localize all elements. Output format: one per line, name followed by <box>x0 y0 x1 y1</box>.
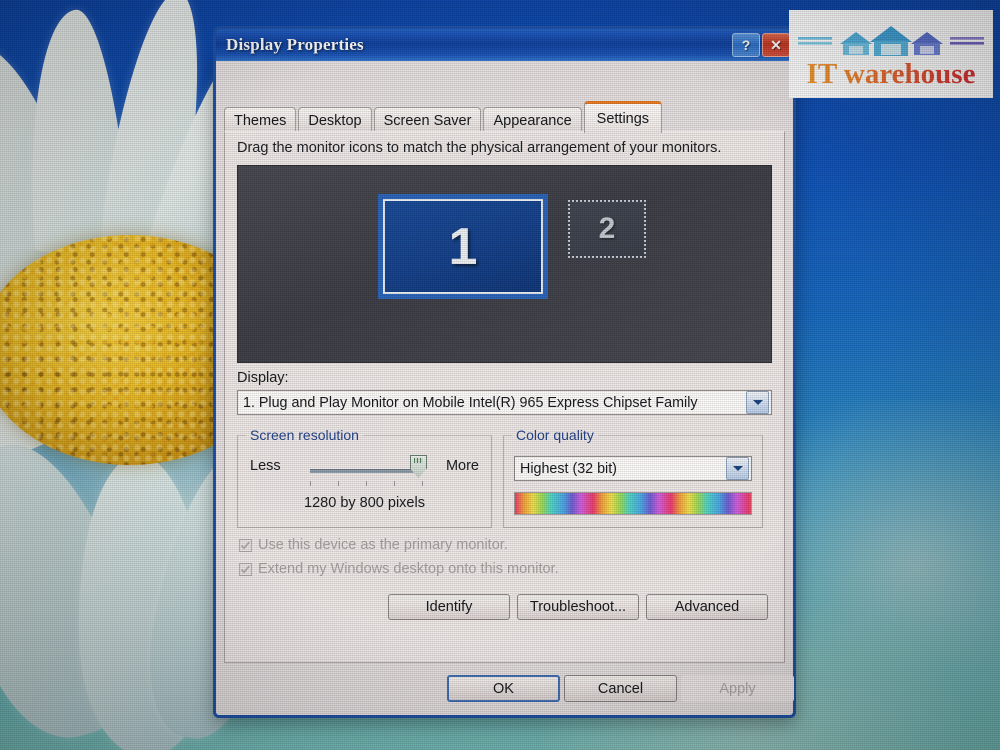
color-quality-group: Color quality Highest (32 bit) <box>503 427 763 528</box>
titlebar-buttons: ? ✕ <box>732 33 790 57</box>
primary-monitor-label: Use this device as the primary monitor. <box>258 537 508 553</box>
color-spectrum-preview <box>514 492 752 515</box>
it-warehouse-watermark: IT warehouse <box>789 10 993 98</box>
cancel-button[interactable]: Cancel <box>564 675 677 702</box>
advanced-button[interactable]: Advanced <box>646 594 768 620</box>
checkmark-icon <box>239 538 252 552</box>
extend-desktop-label: Extend my Windows desktop onto this moni… <box>258 561 559 577</box>
monitor-icon-1[interactable]: 1 <box>378 194 548 299</box>
close-icon[interactable]: ✕ <box>762 33 790 57</box>
resolution-slider-ticks <box>310 481 424 487</box>
warehouse-logo-icon <box>798 25 984 56</box>
resolution-slider-thumb[interactable] <box>410 455 427 478</box>
resolution-slider-track[interactable] <box>310 469 420 473</box>
checkmark-icon <box>239 562 252 576</box>
color-quality-title: Color quality <box>512 427 598 443</box>
monitor-1-number: 1 <box>448 217 478 276</box>
monitor-2-number: 2 <box>598 212 616 245</box>
resolution-min-label: Less <box>250 458 281 474</box>
tab-desktop[interactable]: Desktop <box>298 107 372 133</box>
chevron-down-icon[interactable] <box>726 457 749 480</box>
arrangement-hint: Drag the monitor icons to match the phys… <box>237 140 722 156</box>
color-quality-dropdown[interactable]: Highest (32 bit) <box>514 456 752 481</box>
tab-themes[interactable]: Themes <box>224 107 297 133</box>
window-titlebar[interactable]: Display Properties ? ✕ <box>213 26 796 61</box>
tab-settings[interactable]: Settings <box>583 101 663 133</box>
color-quality-value: Highest (32 bit) <box>520 460 617 477</box>
ok-button[interactable]: OK <box>447 675 560 702</box>
display-dropdown[interactable]: 1. Plug and Play Monitor on Mobile Intel… <box>237 390 772 415</box>
display-dropdown-value: 1. Plug and Play Monitor on Mobile Intel… <box>243 394 698 411</box>
monitor-icon-2[interactable]: 2 <box>568 200 646 258</box>
tab-strip: Themes Desktop Screen Saver Appearance S… <box>224 101 664 133</box>
tab-appearance[interactable]: Appearance <box>483 107 582 133</box>
help-icon[interactable]: ? <box>732 33 760 57</box>
monitor-arrangement-preview[interactable]: 1 2 <box>237 165 772 363</box>
screen-resolution-group: Screen resolution Less More 1280 by 800 … <box>237 427 492 528</box>
display-label: Display: <box>237 370 289 386</box>
primary-monitor-checkbox[interactable]: Use this device as the primary monitor. <box>239 537 508 553</box>
tab-screen-saver[interactable]: Screen Saver <box>373 107 482 133</box>
screen-resolution-title: Screen resolution <box>246 427 363 443</box>
window-title: Display Properties <box>226 35 364 54</box>
resolution-max-label: More <box>445 458 479 474</box>
apply-button[interactable]: Apply <box>681 675 794 702</box>
identify-button[interactable]: Identify <box>388 594 510 620</box>
resolution-value-text: 1280 by 800 pixels <box>304 495 425 511</box>
chevron-down-icon[interactable] <box>746 391 769 414</box>
troubleshoot-button[interactable]: Troubleshoot... <box>517 594 639 620</box>
settings-tab-page: Drag the monitor icons to match the phys… <box>224 131 785 663</box>
display-properties-dialog: Display Properties ? ✕ Themes Desktop Sc… <box>213 26 796 718</box>
watermark-text: IT warehouse <box>806 57 976 90</box>
extend-desktop-checkbox[interactable]: Extend my Windows desktop onto this moni… <box>239 561 559 577</box>
